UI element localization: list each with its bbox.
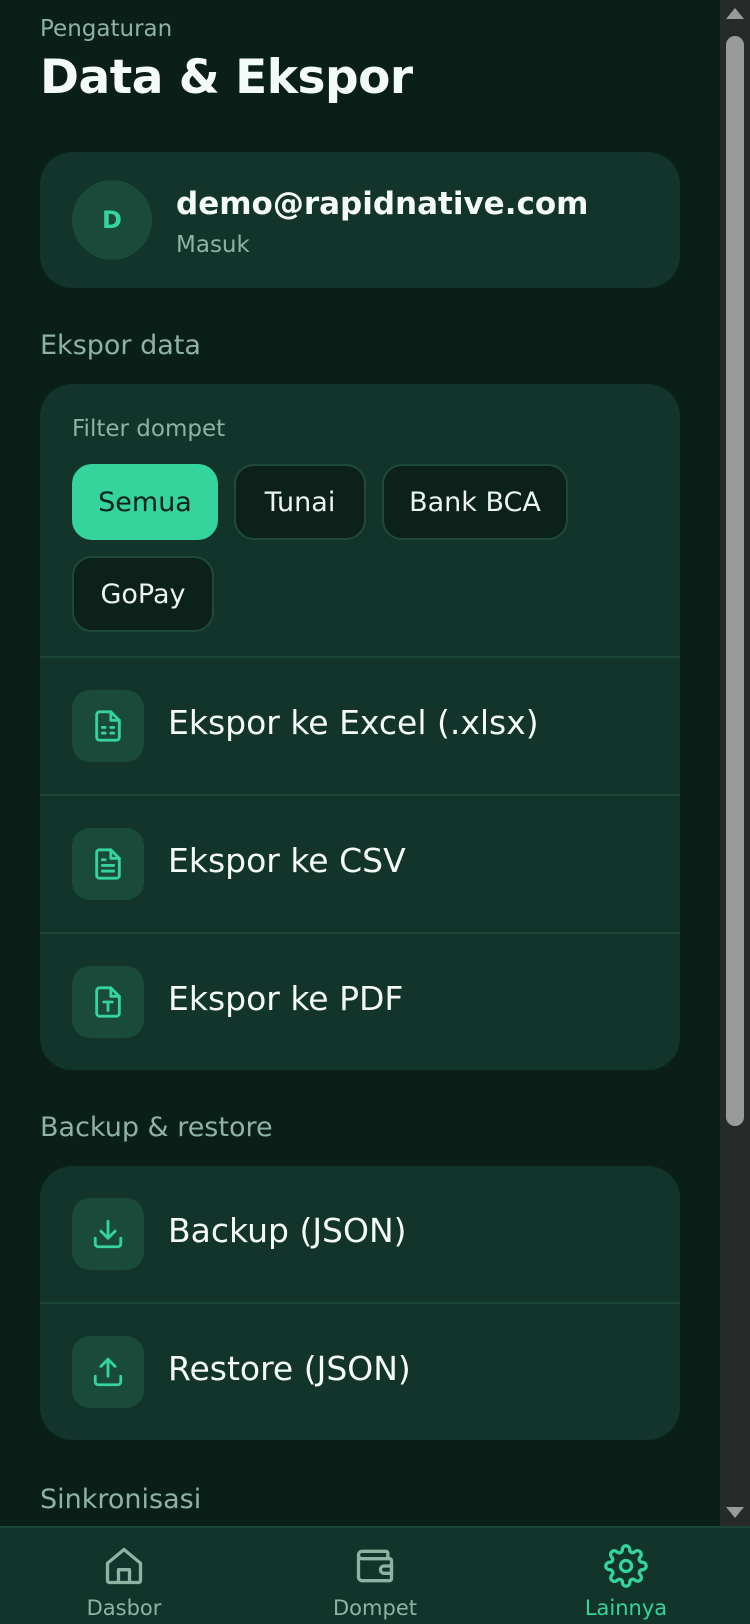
bottom-tab-bar: Dasbor Dompet Lainnya xyxy=(0,1526,750,1624)
row-label: Restore (JSON) xyxy=(168,1349,411,1388)
vertical-scrollbar[interactable] xyxy=(720,0,750,1526)
wallet-icon xyxy=(356,1549,394,1583)
export-section-label: Ekspor data xyxy=(40,330,201,361)
tab-label: Dasbor xyxy=(86,1596,162,1620)
export-csv-button[interactable]: Ekspor ke CSV xyxy=(40,796,680,932)
filter-chip-bank-bca[interactable]: Bank BCA xyxy=(382,464,568,540)
filter-chip-tunai[interactable]: Tunai xyxy=(234,464,366,540)
chip-label: Semua xyxy=(98,486,192,518)
sync-section-label: Sinkronisasi xyxy=(40,1484,202,1515)
pdf-file-icon xyxy=(72,966,144,1038)
scrollbar-thumb[interactable] xyxy=(726,36,744,1126)
export-excel-button[interactable]: Ekspor ke Excel (.xlsx) xyxy=(40,658,680,794)
export-card: Filter dompet Semua Tunai Bank BCA GoPay… xyxy=(40,384,680,1070)
avatar: D xyxy=(72,180,152,260)
row-label: Ekspor ke PDF xyxy=(168,979,404,1018)
avatar-initial: D xyxy=(102,206,122,234)
page-title: Data & Ekspor xyxy=(40,50,413,105)
backup-json-button[interactable]: Backup (JSON) xyxy=(40,1166,680,1302)
settings-page: Pengaturan Data & Ekspor D demo@rapidnat… xyxy=(0,0,720,1526)
chip-label: Tunai xyxy=(264,486,336,518)
row-label: Ekspor ke Excel (.xlsx) xyxy=(168,703,539,742)
tab-dasbor[interactable]: Dasbor xyxy=(44,1528,204,1624)
backup-section-label: Backup & restore xyxy=(40,1112,273,1143)
filter-chip-semua[interactable]: Semua xyxy=(72,464,218,540)
tab-lainnya[interactable]: Lainnya xyxy=(546,1528,706,1624)
page-eyebrow: Pengaturan xyxy=(40,16,173,42)
scroll-down-arrow-icon[interactable] xyxy=(726,1507,744,1518)
tab-dompet[interactable]: Dompet xyxy=(295,1528,455,1624)
chip-label: GoPay xyxy=(100,578,186,610)
filter-label: Filter dompet xyxy=(72,416,226,442)
account-status: Masuk xyxy=(176,232,250,258)
chip-label: Bank BCA xyxy=(409,486,541,518)
account-card: D demo@rapidnative.com Masuk xyxy=(40,152,680,288)
spreadsheet-file-icon xyxy=(72,690,144,762)
scroll-up-arrow-icon[interactable] xyxy=(726,8,744,19)
row-label: Ekspor ke CSV xyxy=(168,841,406,880)
account-email: demo@rapidnative.com xyxy=(176,186,589,222)
filter-chip-gopay[interactable]: GoPay xyxy=(72,556,214,632)
download-icon xyxy=(72,1198,144,1270)
text-file-icon xyxy=(72,828,144,900)
home-icon xyxy=(105,1547,143,1585)
row-label: Backup (JSON) xyxy=(168,1211,407,1250)
tab-label: Dompet xyxy=(333,1596,417,1620)
restore-json-button[interactable]: Restore (JSON) xyxy=(40,1304,680,1440)
upload-icon xyxy=(72,1336,144,1408)
export-pdf-button[interactable]: Ekspor ke PDF xyxy=(40,934,680,1070)
tab-label: Lainnya xyxy=(584,1596,668,1620)
backup-card: Backup (JSON) Restore (JSON) xyxy=(40,1166,680,1440)
gear-icon xyxy=(604,1544,648,1588)
